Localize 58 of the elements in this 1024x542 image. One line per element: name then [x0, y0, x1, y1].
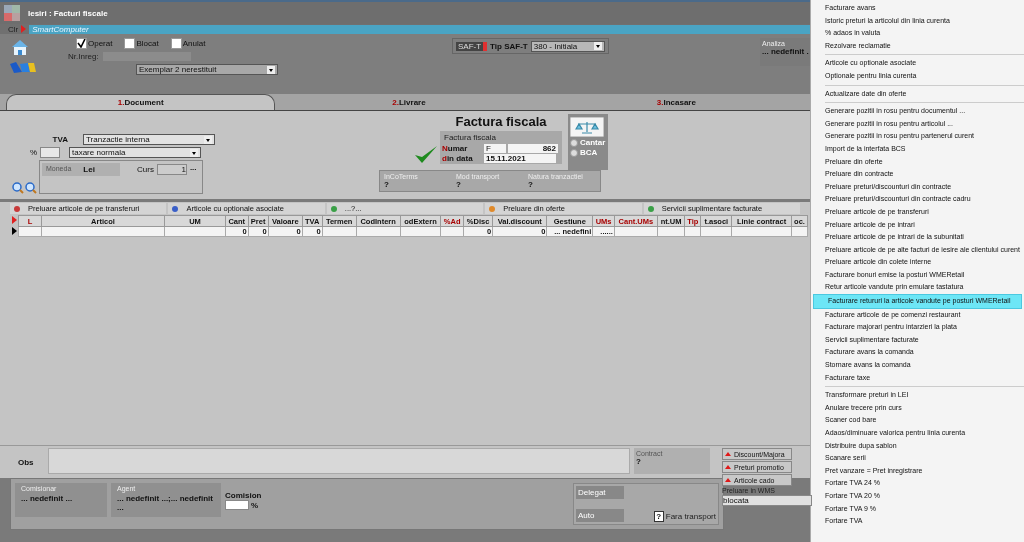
dropdown-arrow-icon [190, 148, 198, 157]
input-field[interactable]: 862 [508, 144, 558, 153]
field-value: ? [528, 180, 534, 189]
checkmark-icon [77, 39, 86, 48]
field-label: Comision [225, 491, 262, 500]
field-label: TVA [51, 135, 69, 144]
saft-badge: SAF-T [456, 41, 488, 51]
window-title: Iesiri : Facturi fiscale [28, 8, 108, 18]
dropdown[interactable]: Tranzactie interna [83, 134, 215, 145]
field-label: din data [442, 154, 474, 163]
house-icon[interactable] [10, 38, 30, 56]
zoom-icon[interactable] [25, 182, 37, 194]
input-field[interactable]: 15.11.2021 [484, 154, 556, 163]
dropdown-arrow-icon [204, 135, 212, 144]
dropdown[interactable]: taxare normala [69, 147, 201, 158]
field-label: Obs [17, 458, 35, 467]
company-bar: SmartComputer [29, 24, 810, 34]
input-field[interactable]: F [484, 144, 506, 153]
more-button[interactable]: ... [189, 163, 197, 172]
folder-icon[interactable] [10, 62, 36, 73]
triangle-icon [725, 452, 731, 456]
box-title: Factura fiscala [443, 132, 498, 143]
dropdown[interactable]: 380 - Initiala [530, 40, 605, 52]
document-heading: Factura fiscala [455, 114, 547, 129]
checkbox[interactable]: Operat [76, 38, 113, 49]
field-value: ? [456, 180, 462, 189]
currency-value: Lei [83, 165, 95, 174]
zoom-icon[interactable] [12, 182, 24, 194]
checkbox[interactable]: ? [653, 511, 664, 522]
triangle-icon [725, 465, 731, 469]
tab[interactable]: 1.Document [6, 94, 276, 110]
field-label: % [28, 148, 37, 157]
field-label: Curs [137, 165, 154, 174]
field-label: Tip SAF-T [490, 41, 528, 51]
input-field[interactable] [225, 500, 249, 510]
dropdown-arrow-icon [267, 65, 275, 74]
field-label: Delegat [576, 486, 624, 499]
dropdown-arrow-icon [593, 42, 602, 50]
tab[interactable]: 2.Livrare [275, 95, 543, 110]
field-label: Auto [576, 509, 624, 522]
notes-field[interactable] [48, 448, 630, 474]
app-icon [4, 5, 20, 21]
field-value: ? [384, 180, 390, 189]
unit-label: % [251, 500, 259, 510]
input-field[interactable] [40, 147, 60, 158]
input-field[interactable]: blocata [722, 495, 812, 506]
input-field[interactable]: 1 [156, 164, 187, 175]
check-icon [414, 144, 438, 164]
checkbox[interactable]: Blocat [124, 38, 159, 49]
checkbox[interactable]: Anulat [170, 38, 206, 49]
field-label: Nr.Inreg: [68, 52, 99, 61]
triangle-icon [725, 478, 731, 482]
dropdown[interactable]: Exemplar 2 nerestituit [136, 64, 278, 75]
field-label: Numar [442, 144, 469, 153]
tab[interactable]: 3.Incasare [542, 95, 810, 110]
arrow-icon [21, 25, 27, 33]
checkbox-label: Fara transport [665, 512, 716, 521]
scale-icon[interactable] [570, 117, 604, 137]
